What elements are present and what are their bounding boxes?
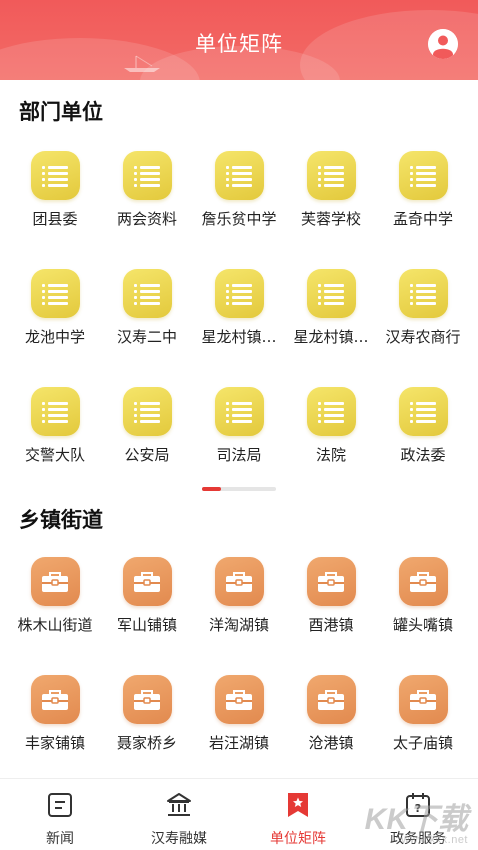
town-item[interactable]: 洋淘湖镇	[194, 557, 284, 635]
department-item[interactable]: 孟奇中学	[378, 151, 468, 229]
item-label: 汉寿农商行	[385, 328, 461, 346]
briefcase-icon	[122, 675, 172, 724]
briefcase-icon	[214, 675, 264, 724]
news-icon	[48, 793, 72, 817]
document-list-icon	[122, 387, 172, 436]
item-label: 公安局	[124, 446, 170, 464]
department-item[interactable]: 司法局	[194, 387, 284, 465]
briefcase-icon	[306, 675, 356, 724]
briefcase-icon	[306, 557, 356, 606]
nav-label: 新闻	[46, 831, 74, 847]
town-item[interactable]: 罐头嘴镇	[378, 557, 468, 635]
department-item[interactable]: 公安局	[102, 387, 192, 465]
bookmark-star-icon	[288, 793, 308, 817]
town-item[interactable]: 株木山街道	[10, 557, 100, 635]
document-list-icon	[398, 387, 448, 436]
briefcase-icon	[398, 557, 448, 606]
department-item[interactable]: 政法委	[378, 387, 468, 465]
nav-label: 单位矩阵	[270, 831, 326, 847]
item-label: 法院	[315, 446, 346, 464]
document-list-icon	[398, 151, 448, 200]
item-label: 星龙村镇…	[293, 328, 369, 346]
item-label: 两会资料	[116, 210, 177, 228]
nav-label: 汉寿融媒	[151, 831, 207, 847]
app-header: 单位矩阵	[0, 0, 478, 80]
item-label: 聂家桥乡	[116, 734, 177, 752]
item-label: 株木山街道	[17, 616, 93, 634]
town-item[interactable]: 岩汪湖镇	[194, 675, 284, 753]
town-item[interactable]: 沧港镇	[286, 675, 376, 753]
department-item[interactable]: 龙池中学	[10, 269, 100, 347]
document-list-icon	[214, 151, 264, 200]
department-item[interactable]: 交警大队	[10, 387, 100, 465]
item-label: 星龙村镇…	[201, 328, 277, 346]
document-list-icon	[30, 151, 80, 200]
section-title-departments: 部门单位	[19, 100, 103, 124]
briefcase-icon	[214, 557, 264, 606]
item-label: 龙池中学	[24, 328, 85, 346]
nav-tab-unit-matrix[interactable]: 单位矩阵	[250, 791, 346, 848]
document-list-icon	[306, 269, 356, 318]
item-label: 沧港镇	[308, 734, 354, 752]
briefcase-icon	[30, 557, 80, 606]
user-profile-icon[interactable]	[428, 29, 458, 59]
document-list-icon	[306, 151, 356, 200]
item-label: 太子庙镇	[392, 734, 453, 752]
item-label: 孟奇中学	[392, 210, 453, 228]
watermark: KK下载 www.kkx.net	[365, 805, 468, 846]
item-label: 军山铺镇	[116, 616, 177, 634]
document-list-icon	[306, 387, 356, 436]
briefcase-icon	[30, 675, 80, 724]
document-list-icon	[30, 387, 80, 436]
nav-tab-news[interactable]: 新闻	[12, 791, 108, 848]
department-item[interactable]: 法院	[286, 387, 376, 465]
document-list-icon	[122, 269, 172, 318]
department-item[interactable]: 团县委	[10, 151, 100, 229]
briefcase-icon	[122, 557, 172, 606]
item-label: 政法委	[400, 446, 446, 464]
department-item[interactable]: 芙蓉学校	[286, 151, 376, 229]
page-indicator-active	[202, 487, 221, 491]
nav-tab-hanshou-media[interactable]: 汉寿融媒	[131, 791, 227, 848]
town-item[interactable]: 军山铺镇	[102, 557, 192, 635]
item-label: 酉港镇	[308, 616, 354, 634]
watermark-url: www.kkx.net	[401, 834, 468, 846]
document-list-icon	[214, 269, 264, 318]
item-label: 芙蓉学校	[300, 210, 361, 228]
town-item[interactable]: 太子庙镇	[378, 675, 468, 753]
department-item[interactable]: 汉寿农商行	[378, 269, 468, 347]
department-item[interactable]: 詹乐贫中学	[194, 151, 284, 229]
watermark-text: KK下载	[364, 803, 468, 836]
item-label: 司法局	[216, 446, 262, 464]
department-item[interactable]: 星龙村镇…	[194, 269, 284, 347]
item-label: 交警大队	[24, 446, 85, 464]
document-list-icon	[398, 269, 448, 318]
document-list-icon	[122, 151, 172, 200]
item-label: 丰家铺镇	[24, 734, 85, 752]
item-label: 洋淘湖镇	[208, 616, 269, 634]
item-label: 汉寿二中	[116, 328, 177, 346]
department-item[interactable]: 星龙村镇…	[286, 269, 376, 347]
document-list-icon	[214, 387, 264, 436]
briefcase-icon	[398, 675, 448, 724]
department-item[interactable]: 汉寿二中	[102, 269, 192, 347]
section-title-towns: 乡镇街道	[19, 508, 103, 532]
town-item[interactable]: 丰家铺镇	[10, 675, 100, 753]
page-title: 单位矩阵	[195, 32, 283, 56]
page-indicator	[202, 487, 276, 491]
document-list-icon	[30, 269, 80, 318]
item-label: 团县委	[32, 210, 78, 228]
item-label: 罐头嘴镇	[392, 616, 453, 634]
town-item[interactable]: 酉港镇	[286, 557, 376, 635]
item-label: 岩汪湖镇	[208, 734, 269, 752]
department-item[interactable]: 两会资料	[102, 151, 192, 229]
town-item[interactable]: 聂家桥乡	[102, 675, 192, 753]
bank-icon	[167, 793, 191, 816]
item-label: 詹乐贫中学	[201, 210, 277, 228]
